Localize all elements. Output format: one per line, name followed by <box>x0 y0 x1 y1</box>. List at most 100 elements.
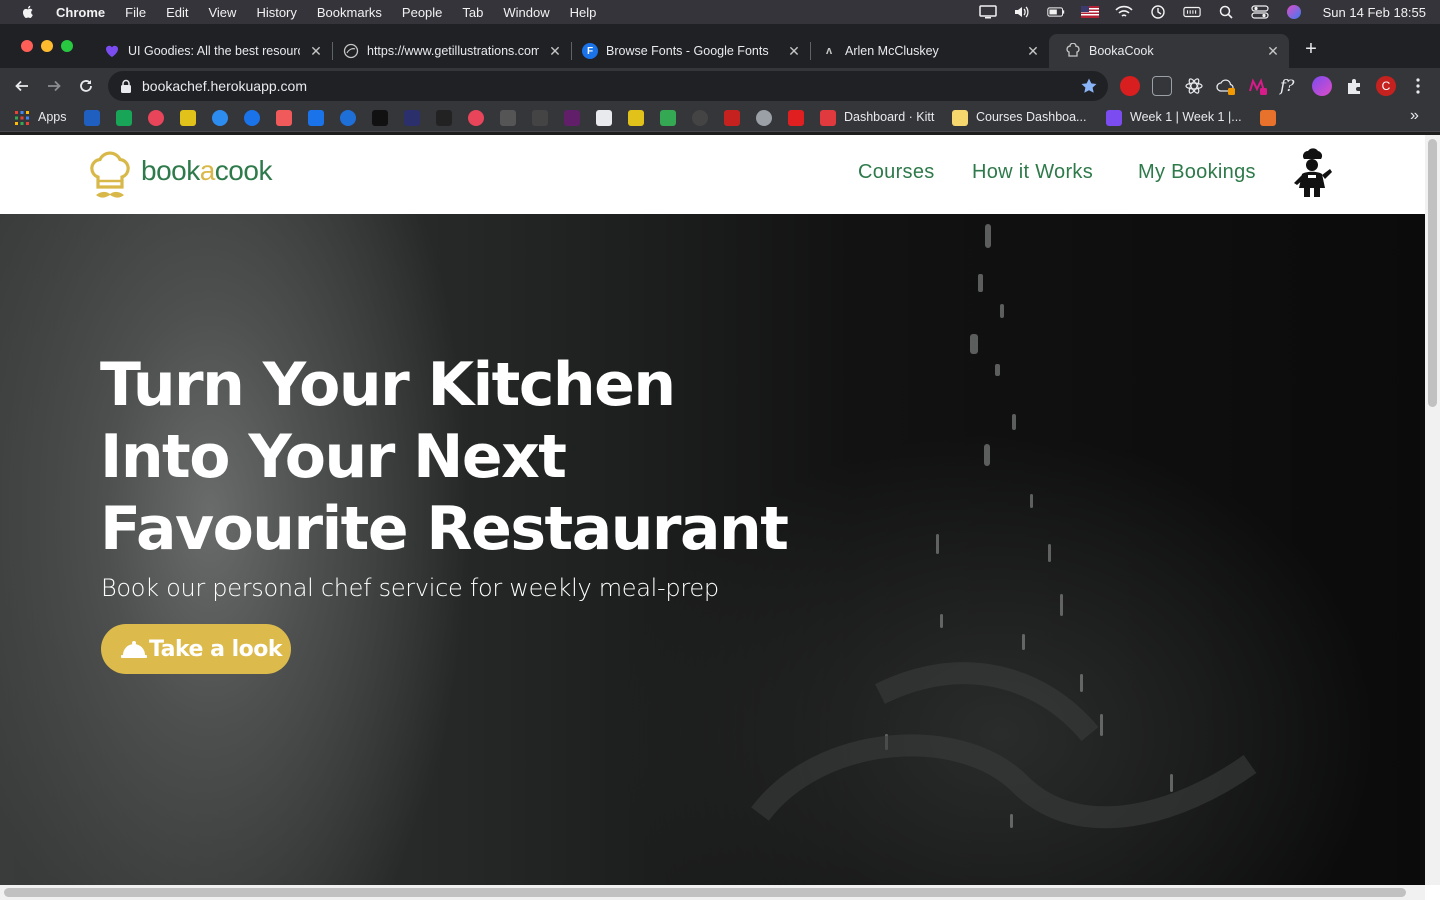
back-button[interactable] <box>10 74 34 98</box>
bookmarks-overflow-button[interactable]: » <box>1410 107 1419 125</box>
extension-m-icon[interactable] <box>1248 76 1268 96</box>
file-menu[interactable]: File <box>125 5 146 20</box>
chef-avatar-icon[interactable] <box>1288 147 1336 199</box>
help-menu[interactable]: Help <box>570 5 597 20</box>
bookmark-week-icon[interactable] <box>1106 110 1122 126</box>
bookmark-apps[interactable]: Apps <box>38 110 67 124</box>
paypal-icon[interactable] <box>84 110 100 126</box>
extension-cloud-icon[interactable] <box>1216 76 1236 96</box>
bookmark-code-icon[interactable] <box>532 110 548 126</box>
ejs-icon[interactable] <box>628 110 644 126</box>
bookmark-week-1[interactable]: Week 1 | Week 1 |... <box>1130 110 1242 124</box>
siri-icon[interactable] <box>1285 5 1303 19</box>
bookmark-dark-icon[interactable] <box>404 110 420 126</box>
forward-button[interactable] <box>42 74 66 98</box>
chef-hat-logo-icon[interactable] <box>86 147 134 203</box>
bookmark-kitt-icon[interactable] <box>820 110 836 126</box>
bookmarks-menu[interactable]: Bookmarks <box>317 5 382 20</box>
tab-getillustrations[interactable]: https://www.getillustrations.com ✕ <box>327 34 571 68</box>
bookmark-f2-icon[interactable] <box>1260 110 1276 126</box>
github-icon[interactable] <box>692 110 708 126</box>
bookmark-dashboard-kitt[interactable]: Dashboard · Kitt <box>844 110 934 124</box>
bookmark-terminal-icon[interactable] <box>596 110 612 126</box>
bookmark-red-square-icon[interactable] <box>724 110 740 126</box>
new-tab-button[interactable]: + <box>1300 38 1322 60</box>
tab-menu[interactable]: Tab <box>462 5 483 20</box>
horizontal-scrollbar[interactable] <box>0 885 1425 900</box>
headline-line: Turn Your Kitchen <box>100 350 676 420</box>
bookmark-stack-icon[interactable] <box>436 110 452 126</box>
tab-ui-goodies[interactable]: UI Goodies: All the best resources ✕ <box>88 34 332 68</box>
window-close-button[interactable] <box>21 40 33 52</box>
people-menu[interactable]: People <box>402 5 442 20</box>
bookmark-asterisk-icon[interactable] <box>148 110 164 126</box>
bookmark-c-icon[interactable] <box>212 110 228 126</box>
reload-button[interactable] <box>74 74 98 98</box>
bookmark-red-icon[interactable] <box>788 110 804 126</box>
control-center-icon[interactable] <box>1251 5 1269 19</box>
scrollbar-thumb[interactable] <box>4 888 1406 897</box>
display-icon[interactable] <box>978 5 997 19</box>
cloche-icon <box>121 641 147 658</box>
apps-grid-icon[interactable] <box>14 110 30 126</box>
window-minimize-button[interactable] <box>41 40 53 52</box>
spotlight-icon[interactable] <box>1217 5 1235 19</box>
bookmark-yellow-icon[interactable] <box>180 110 196 126</box>
volume-icon[interactable] <box>1013 5 1031 19</box>
hero-section: Turn Your Kitchen Into Your Next Favouri… <box>0 214 1425 885</box>
bookmark-w-icon[interactable] <box>116 110 132 126</box>
profile-avatar[interactable]: C <box>1376 76 1396 96</box>
nav-link-my-bookings[interactable]: My Bookings <box>1138 161 1256 184</box>
extension-react-icon[interactable] <box>1184 76 1204 96</box>
keyboard-icon[interactable] <box>1182 5 1201 19</box>
bookmark-courses-dashboard[interactable]: Courses Dashboa... <box>976 110 1086 124</box>
close-icon[interactable]: ✕ <box>547 43 563 59</box>
more-menu-icon[interactable] <box>1408 76 1428 96</box>
tab-arlen-mccluskey[interactable]: ʌ Arlen McCluskey ✕ <box>805 34 1049 68</box>
bookmark-w2-icon[interactable] <box>500 110 516 126</box>
vertical-scrollbar[interactable] <box>1425 135 1440 885</box>
extension-pen-icon[interactable] <box>1152 76 1172 96</box>
bookmark-edge-icon[interactable] <box>340 110 356 126</box>
apple-icon[interactable] <box>20 4 36 20</box>
edit-menu[interactable]: Edit <box>166 5 188 20</box>
bookmark-dots-icon[interactable] <box>372 110 388 126</box>
extension-red-icon[interactable] <box>1120 76 1140 96</box>
nav-link-courses[interactable]: Courses <box>858 161 935 184</box>
bookmark-star-icon[interactable] <box>1080 77 1098 95</box>
view-menu[interactable]: View <box>208 5 236 20</box>
tab-google-fonts[interactable]: F Browse Fonts - Google Fonts ✕ <box>566 34 810 68</box>
bookmark-crown-icon[interactable] <box>952 110 968 126</box>
scrollbar-thumb[interactable] <box>1428 139 1437 407</box>
close-icon[interactable]: ✕ <box>786 43 802 59</box>
bookmark-swirl-icon[interactable] <box>756 110 772 126</box>
menubar-clock[interactable]: Sun 14 Feb 18:55 <box>1323 5 1426 20</box>
close-icon[interactable]: ✕ <box>308 43 324 59</box>
history-menu[interactable]: History <box>256 5 296 20</box>
bookmark-chart-icon[interactable] <box>660 110 676 126</box>
bookmark-flag-icon[interactable] <box>308 110 324 126</box>
cta-label: Take a look <box>149 636 283 662</box>
nav-link-how-it-works[interactable]: How it Works <box>972 161 1093 184</box>
close-icon[interactable]: ✕ <box>1025 43 1041 59</box>
time-machine-icon[interactable] <box>1149 5 1167 19</box>
battery-icon[interactable] <box>1046 5 1065 19</box>
tab-bookacook[interactable]: BookaCook ✕ <box>1049 34 1289 68</box>
status-tray: Sun 14 Feb 18:55 <box>971 0 1440 24</box>
flag-icon[interactable] <box>1080 5 1099 19</box>
bookmark-f-icon[interactable] <box>244 110 260 126</box>
wifi-icon[interactable] <box>1115 5 1133 19</box>
extension-purple-icon[interactable] <box>1312 76 1332 96</box>
bookmark-house-icon[interactable] <box>276 110 292 126</box>
window-menu[interactable]: Window <box>503 5 549 20</box>
app-menu[interactable]: Chrome <box>56 5 105 20</box>
site-logo-text[interactable]: bookacook <box>141 155 272 187</box>
extension-font-icon[interactable]: f? <box>1280 76 1300 96</box>
address-bar[interactable]: bookachef.herokuapp.com <box>108 71 1108 101</box>
extensions-puzzle-icon[interactable] <box>1344 76 1364 96</box>
window-zoom-button[interactable] <box>61 40 73 52</box>
bookmark-heart-icon[interactable] <box>468 110 484 126</box>
slack-icon[interactable] <box>564 110 580 126</box>
take-a-look-button[interactable]: Take a look <box>101 624 291 674</box>
close-icon[interactable]: ✕ <box>1265 43 1281 59</box>
